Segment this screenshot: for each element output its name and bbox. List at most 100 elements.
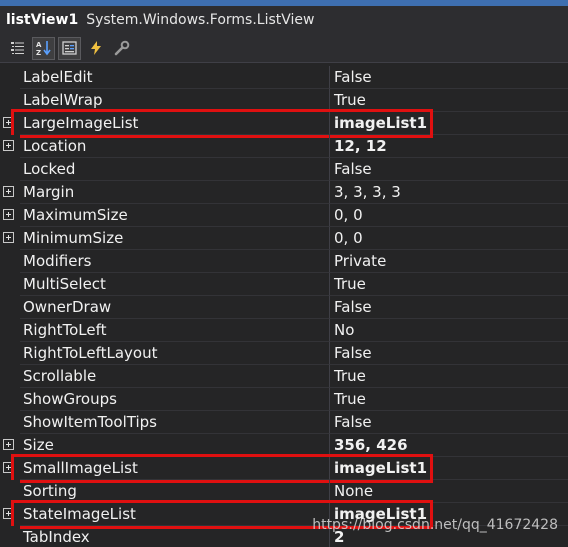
property-value[interactable]: 12, 12 (330, 135, 568, 158)
property-name: LargeImageList (20, 112, 330, 135)
property-row[interactable]: Location 12, 12 (0, 135, 568, 158)
expand-plus-icon[interactable] (3, 186, 14, 197)
expand-plus-icon[interactable] (3, 232, 14, 243)
property-row[interactable]: OwnerDraw False (0, 296, 568, 319)
property-value[interactable]: imageList1 (330, 112, 568, 135)
svg-text:A: A (36, 41, 42, 49)
property-name: Margin (20, 181, 330, 204)
property-value[interactable]: No (330, 319, 568, 342)
expander-column (0, 342, 20, 365)
property-name: RightToLeft (20, 319, 330, 342)
expander-column (0, 411, 20, 434)
categorized-button[interactable] (6, 37, 29, 60)
property-value[interactable]: True (330, 365, 568, 388)
property-name: LabelEdit (20, 66, 330, 89)
property-name: Modifiers (20, 250, 330, 273)
expander-column (0, 204, 20, 227)
property-name: ShowItemToolTips (20, 411, 330, 434)
property-value[interactable]: True (330, 89, 568, 112)
property-grid: LabelEdit False LabelWrap True LargeImageLis… (0, 66, 568, 547)
expander-column (0, 89, 20, 112)
property-value[interactable]: False (330, 158, 568, 181)
property-row[interactable]: Size 356, 426 (0, 434, 568, 457)
expand-plus-icon[interactable] (3, 209, 14, 220)
property-value[interactable]: 356, 426 (330, 434, 568, 457)
expand-plus-icon[interactable] (3, 462, 14, 473)
expander-column (0, 457, 20, 480)
expander-column (0, 434, 20, 457)
expander-column (0, 181, 20, 204)
property-row[interactable]: MinimumSize 0, 0 (0, 227, 568, 250)
property-value[interactable]: False (330, 411, 568, 434)
property-value[interactable]: False (330, 66, 568, 89)
categorized-icon (10, 42, 24, 54)
property-row[interactable]: Margin 3, 3, 3, 3 (0, 181, 568, 204)
property-row[interactable]: LabelWrap True (0, 89, 568, 112)
expander-column (0, 250, 20, 273)
properties-window: listView1 System.Windows.Forms.ListView … (0, 0, 568, 547)
property-row[interactable]: Modifiers Private (0, 250, 568, 273)
events-button[interactable] (84, 37, 107, 60)
property-name: Size (20, 434, 330, 457)
property-value[interactable]: 3, 3, 3, 3 (330, 181, 568, 204)
property-row[interactable]: LabelEdit False (0, 66, 568, 89)
expand-plus-icon[interactable] (3, 508, 14, 519)
expander-column (0, 273, 20, 296)
property-row[interactable]: Locked False (0, 158, 568, 181)
property-name: OwnerDraw (20, 296, 330, 319)
expand-plus-icon[interactable] (3, 140, 14, 151)
alphabetical-button[interactable]: A Z (32, 36, 55, 60)
property-row[interactable]: Sorting None (0, 480, 568, 503)
expander-column (0, 112, 20, 135)
events-icon (90, 41, 101, 55)
property-row[interactable]: SmallImageList imageList1 (0, 457, 568, 480)
property-name: StateImageList (20, 503, 330, 526)
expander-column (0, 135, 20, 158)
property-value[interactable]: Private (330, 250, 568, 273)
property-row[interactable]: LargeImageList imageList1 (0, 112, 568, 135)
property-name: TabIndex (20, 526, 330, 547)
svg-text:Z: Z (36, 49, 41, 57)
alphabetical-icon: A Z (36, 41, 51, 57)
property-value[interactable]: None (330, 480, 568, 503)
property-row[interactable]: RightToLeft No (0, 319, 568, 342)
expand-plus-icon[interactable] (3, 117, 14, 128)
property-value[interactable]: imageList1 (330, 457, 568, 480)
property-name: Location (20, 135, 330, 158)
expander-column (0, 227, 20, 250)
object-type: System.Windows.Forms.ListView (86, 12, 315, 28)
property-row[interactable]: MaximumSize 0, 0 (0, 204, 568, 227)
property-value[interactable]: False (330, 342, 568, 365)
property-value[interactable]: True (330, 273, 568, 296)
expander-column (0, 526, 20, 547)
property-pages-icon (114, 40, 129, 56)
property-name: MinimumSize (20, 227, 330, 250)
property-name: Sorting (20, 480, 330, 503)
property-value[interactable]: False (330, 296, 568, 319)
property-row[interactable]: MultiSelect True (0, 273, 568, 296)
property-value[interactable]: 0, 0 (330, 227, 568, 250)
property-row[interactable]: RightToLeftLayout False (0, 342, 568, 365)
expander-column (0, 503, 20, 526)
properties-button[interactable] (58, 36, 81, 60)
expander-column (0, 365, 20, 388)
property-pages-button[interactable] (110, 37, 133, 60)
property-name: ShowGroups (20, 388, 330, 411)
property-value[interactable]: 0, 0 (330, 204, 568, 227)
property-row[interactable]: ShowItemToolTips False (0, 411, 568, 434)
property-name: MaximumSize (20, 204, 330, 227)
property-name: Locked (20, 158, 330, 181)
property-name: SmallImageList (20, 457, 330, 480)
expander-column (0, 158, 20, 181)
object-selector[interactable]: listView1 System.Windows.Forms.ListView (0, 6, 568, 34)
property-name: MultiSelect (20, 273, 330, 296)
property-name: Scrollable (20, 365, 330, 388)
properties-toolbar: A Z (0, 34, 568, 63)
property-value[interactable]: True (330, 388, 568, 411)
expander-column (0, 388, 20, 411)
watermark-text: https://blog.csdn.net/qq_41672428 (312, 517, 558, 533)
property-row[interactable]: Scrollable True (0, 365, 568, 388)
expand-plus-icon[interactable] (3, 439, 14, 450)
property-row[interactable]: ShowGroups True (0, 388, 568, 411)
properties-icon (61, 41, 77, 55)
